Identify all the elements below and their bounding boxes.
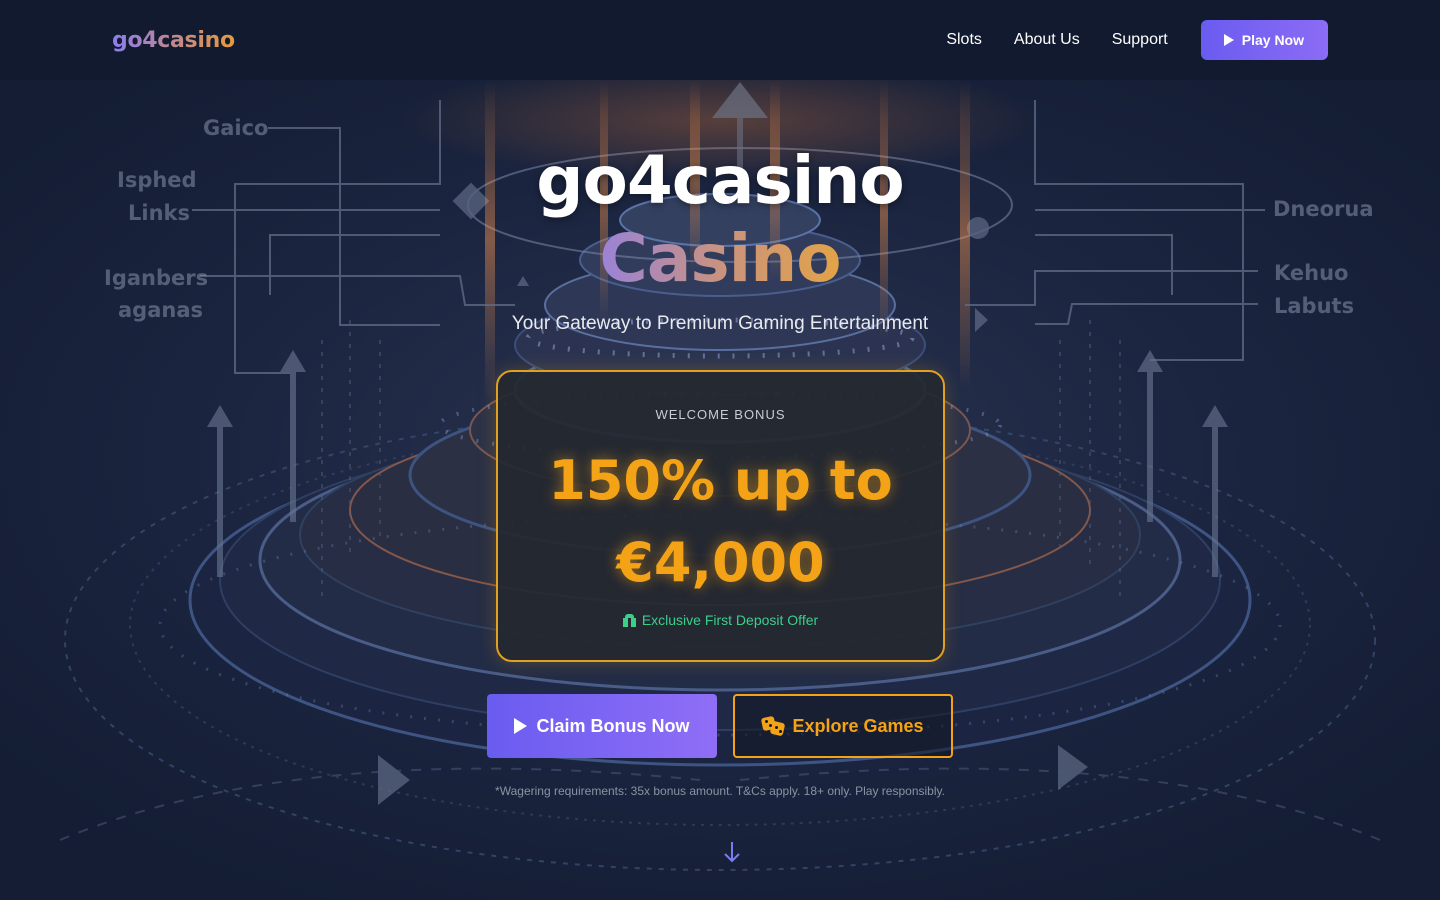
- play-icon: [1223, 34, 1234, 46]
- hero-section: Gaico Isphed Links Iganbers aganas Dneor…: [0, 80, 1440, 900]
- wagering-disclaimer: *Wagering requirements: 35x bonus amount…: [495, 784, 945, 798]
- bonus-amount: 150% up to €4,000: [498, 440, 943, 604]
- site-logo[interactable]: go4casino: [112, 28, 235, 53]
- nav-link-about-us[interactable]: About Us: [1014, 31, 1080, 49]
- hero-subtitle: Casino: [0, 220, 1440, 297]
- arrow-down-icon[interactable]: [722, 840, 742, 864]
- hero-subtitle-text: Casino: [599, 220, 841, 297]
- dice-icon: [761, 715, 786, 737]
- explore-games-button[interactable]: Explore Games: [733, 694, 953, 758]
- bg-label: Gaico: [203, 116, 269, 140]
- nav-link-support[interactable]: Support: [1112, 31, 1168, 49]
- bonus-amount-line1: 150% up to: [548, 449, 893, 512]
- bonus-offer: Exclusive First Deposit Offer: [498, 612, 943, 628]
- play-icon: [514, 718, 528, 734]
- bonus-label: WELCOME BONUS: [655, 407, 786, 422]
- explore-games-label: Explore Games: [792, 715, 924, 736]
- bonus-offer-text: Exclusive First Deposit Offer: [641, 612, 819, 628]
- nav-links: Slots About Us Support Play Now: [914, 20, 1328, 60]
- hero-tagline: Your Gateway to Premium Gaming Entertain…: [511, 313, 929, 334]
- gift-icon: [622, 613, 636, 627]
- play-now-label: Play Now: [1241, 32, 1304, 48]
- claim-bonus-label: Claim Bonus Now: [536, 715, 690, 736]
- hero-title: go4casino: [536, 142, 904, 219]
- claim-bonus-button[interactable]: Claim Bonus Now: [487, 694, 717, 758]
- navbar: go4casino Slots About Us Support Play No…: [0, 0, 1440, 80]
- nav-link-slots[interactable]: Slots: [946, 31, 982, 49]
- welcome-bonus-card: WELCOME BONUS 150% up to €4,000 Exclusiv…: [496, 370, 945, 662]
- bonus-amount-line2: €4,000: [616, 531, 825, 594]
- play-now-button[interactable]: Play Now: [1200, 20, 1328, 60]
